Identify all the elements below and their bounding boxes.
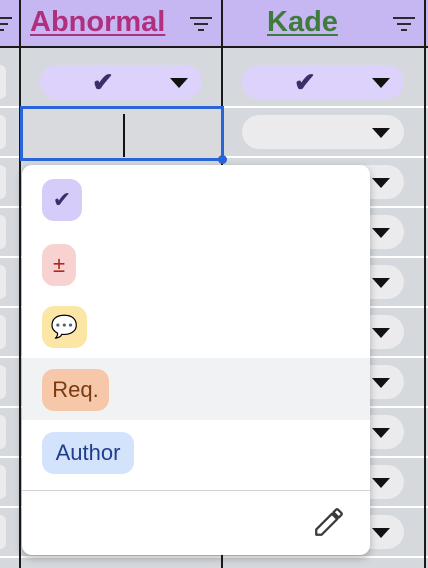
cell-chip[interactable]: [0, 165, 6, 199]
filter-icon[interactable]: [391, 16, 417, 32]
cell-value: ✔: [294, 67, 316, 97]
caret-down-icon[interactable]: [372, 278, 390, 288]
caret-down-icon[interactable]: [170, 78, 188, 88]
header-row: Abnormal Kade: [0, 0, 428, 48]
cell-chip[interactable]: [0, 315, 6, 349]
dropdown-option[interactable]: ±: [22, 233, 370, 295]
dropdown-option[interactable]: Author: [22, 421, 370, 483]
option-chip: ✔: [42, 179, 82, 221]
table-row: ✔ ✔: [0, 58, 428, 108]
dropdown-option[interactable]: ✔: [22, 168, 370, 230]
dropdown-chip[interactable]: [242, 115, 404, 149]
option-chip: Author: [42, 432, 134, 474]
column-divider: [424, 0, 426, 568]
cell-chip[interactable]: [0, 115, 6, 149]
pencil-icon[interactable]: [312, 505, 346, 539]
option-chip: 💬: [42, 306, 87, 348]
dropdown-chip[interactable]: ✔: [242, 65, 404, 99]
caret-down-icon[interactable]: [372, 128, 390, 138]
cell-chip[interactable]: [0, 265, 6, 299]
cell-chip[interactable]: [0, 515, 6, 549]
filter-icon[interactable]: [188, 16, 214, 32]
column-divider: [19, 0, 21, 568]
cell-chip[interactable]: [0, 65, 6, 99]
caret-down-icon[interactable]: [372, 228, 390, 238]
caret-down-icon[interactable]: [372, 78, 390, 88]
dropdown-chip[interactable]: ✔: [40, 65, 202, 99]
caret-down-icon[interactable]: [372, 478, 390, 488]
filter-icon[interactable]: [0, 16, 14, 32]
cell-chip[interactable]: [0, 415, 6, 449]
menu-divider: [22, 490, 370, 491]
option-chip: ±: [42, 244, 76, 286]
active-cell-editor[interactable]: [20, 106, 227, 164]
column-header-abnormal[interactable]: Abnormal: [30, 6, 165, 39]
cell-chip[interactable]: [0, 365, 6, 399]
option-chip: Req.: [42, 369, 109, 411]
caret-down-icon[interactable]: [372, 528, 390, 538]
caret-down-icon[interactable]: [372, 178, 390, 188]
cell-value: ✔: [92, 67, 114, 97]
cell-chip[interactable]: [0, 465, 6, 499]
dropdown-option-highlighted[interactable]: Req.: [22, 358, 370, 420]
caret-down-icon[interactable]: [372, 428, 390, 438]
column-header-kade[interactable]: Kade: [267, 6, 338, 39]
caret-down-icon[interactable]: [372, 378, 390, 388]
fill-handle[interactable]: [218, 155, 227, 164]
caret-down-icon[interactable]: [372, 328, 390, 338]
dropdown-menu: ✔ ± 💬 Req. Author: [22, 165, 370, 555]
cell-chip[interactable]: [0, 215, 6, 249]
text-cursor: [123, 114, 125, 157]
dropdown-option[interactable]: 💬: [22, 295, 370, 357]
